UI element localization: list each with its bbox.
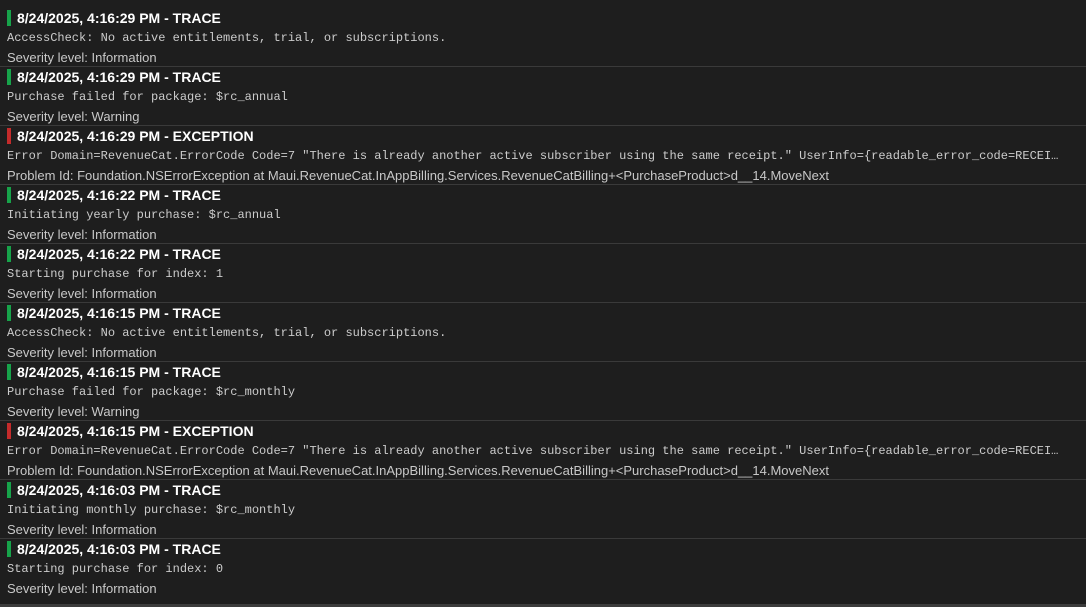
log-detail: Severity level: Information — [7, 581, 157, 596]
log-message: Starting purchase for index: 1 — [7, 267, 224, 281]
log-separator: - — [160, 423, 173, 439]
log-entry-title: 8/24/2025, 4:16:03 PM - TRACE — [17, 482, 221, 498]
log-detail: Severity level: Warning — [7, 109, 140, 124]
log-separator: - — [160, 246, 173, 262]
log-entry[interactable]: 8/24/2025, 4:16:22 PM - TRACE Starting p… — [0, 244, 1086, 303]
log-timestamp: 8/24/2025, 4:16:15 PM — [17, 305, 161, 321]
log-entry-list: 8/24/2025, 4:16:29 PM - TRACE AccessChec… — [0, 0, 1086, 607]
log-entry[interactable]: 8/24/2025, 4:16:03 PM - TRACE Initiating… — [0, 480, 1086, 539]
log-message: Error Domain=RevenueCat.ErrorCode Code=7… — [7, 149, 1060, 163]
log-entry-title: 8/24/2025, 4:16:15 PM - EXCEPTION — [17, 423, 254, 439]
log-level: TRACE — [172, 69, 221, 85]
log-entry-header: 8/24/2025, 4:16:15 PM - TRACE — [7, 303, 1086, 323]
log-level: TRACE — [172, 246, 221, 262]
log-level: EXCEPTION — [172, 128, 254, 144]
log-entry-header: 8/24/2025, 4:16:03 PM - TRACE — [7, 539, 1086, 559]
log-entry-header: 8/24/2025, 4:16:15 PM - TRACE — [7, 362, 1086, 382]
log-entry[interactable]: 8/24/2025, 4:16:15 PM - TRACE AccessChec… — [0, 303, 1086, 362]
log-message: Error Domain=RevenueCat.ErrorCode Code=7… — [7, 444, 1060, 458]
severity-color-bar — [7, 423, 11, 439]
log-detail: Problem Id: Foundation.NSErrorException … — [7, 463, 829, 478]
log-entry-title: 8/24/2025, 4:16:15 PM - TRACE — [17, 305, 221, 321]
log-separator: - — [160, 187, 173, 203]
log-timestamp: 8/24/2025, 4:16:29 PM — [17, 128, 161, 144]
log-entry-title: 8/24/2025, 4:16:15 PM - TRACE — [17, 364, 221, 380]
log-entry-title: 8/24/2025, 4:16:22 PM - TRACE — [17, 187, 221, 203]
log-message: Initiating yearly purchase: $rc_annual — [7, 208, 281, 222]
log-timestamp: 8/24/2025, 4:16:03 PM — [17, 541, 161, 557]
log-separator: - — [160, 305, 173, 321]
log-detail: Severity level: Information — [7, 50, 157, 65]
severity-color-bar — [7, 364, 11, 380]
log-timestamp: 8/24/2025, 4:16:03 PM — [17, 482, 161, 498]
log-detail: Problem Id: Foundation.NSErrorException … — [7, 168, 829, 183]
log-entry-header: 8/24/2025, 4:16:22 PM - TRACE — [7, 185, 1086, 205]
severity-color-bar — [7, 482, 11, 498]
log-entry-header: 8/24/2025, 4:16:03 PM - TRACE — [7, 480, 1086, 500]
log-entry-title: 8/24/2025, 4:16:29 PM - EXCEPTION — [17, 128, 254, 144]
log-entry[interactable]: 8/24/2025, 4:16:03 PM - TRACE Starting p… — [0, 539, 1086, 598]
log-separator: - — [160, 482, 173, 498]
log-level: TRACE — [172, 10, 221, 26]
log-separator: - — [160, 541, 173, 557]
log-message: Starting purchase for index: 0 — [7, 562, 224, 576]
log-entry-title: 8/24/2025, 4:16:29 PM - TRACE — [17, 69, 221, 85]
severity-color-bar — [7, 187, 11, 203]
log-entry[interactable]: 8/24/2025, 4:16:15 PM - EXCEPTION Error … — [0, 421, 1086, 480]
log-detail: Severity level: Information — [7, 227, 157, 242]
log-separator: - — [160, 69, 173, 85]
log-separator: - — [160, 364, 173, 380]
log-level: TRACE — [172, 187, 221, 203]
log-detail: Severity level: Warning — [7, 404, 140, 419]
log-entry-header: 8/24/2025, 4:16:22 PM - TRACE — [7, 244, 1086, 264]
log-entry-header: 8/24/2025, 4:16:29 PM - TRACE — [7, 8, 1086, 28]
log-timestamp: 8/24/2025, 4:16:15 PM — [17, 364, 161, 380]
log-message: Purchase failed for package: $rc_monthly — [7, 385, 296, 399]
log-level: TRACE — [172, 364, 221, 380]
log-entry-title: 8/24/2025, 4:16:03 PM - TRACE — [17, 541, 221, 557]
log-level: TRACE — [172, 541, 221, 557]
log-entry[interactable]: 8/24/2025, 4:16:29 PM - EXCEPTION Error … — [0, 126, 1086, 185]
severity-color-bar — [7, 10, 11, 26]
log-message: Initiating monthly purchase: $rc_monthly — [7, 503, 296, 517]
log-timestamp: 8/24/2025, 4:16:22 PM — [17, 246, 161, 262]
log-entry-header: 8/24/2025, 4:16:15 PM - EXCEPTION — [7, 421, 1086, 441]
severity-color-bar — [7, 305, 11, 321]
log-level: TRACE — [172, 482, 221, 498]
log-level: TRACE — [172, 305, 221, 321]
log-message: AccessCheck: No active entitlements, tri… — [7, 31, 447, 45]
log-detail: Severity level: Information — [7, 286, 157, 301]
severity-color-bar — [7, 69, 11, 85]
log-message: Purchase failed for package: $rc_annual — [7, 90, 288, 104]
log-timestamp: 8/24/2025, 4:16:29 PM — [17, 10, 161, 26]
log-entry-header: 8/24/2025, 4:16:29 PM - EXCEPTION — [7, 126, 1086, 146]
log-detail: Severity level: Information — [7, 522, 157, 537]
log-entry-header: 8/24/2025, 4:16:29 PM - TRACE — [7, 67, 1086, 87]
log-level: EXCEPTION — [172, 423, 254, 439]
log-entry[interactable]: 8/24/2025, 4:16:29 PM - TRACE AccessChec… — [0, 8, 1086, 67]
log-timestamp: 8/24/2025, 4:16:29 PM — [17, 69, 161, 85]
severity-color-bar — [7, 246, 11, 262]
log-entry[interactable]: 8/24/2025, 4:16:29 PM - TRACE Purchase f… — [0, 67, 1086, 126]
log-entry[interactable]: 8/24/2025, 4:16:22 PM - TRACE Initiating… — [0, 185, 1086, 244]
log-entry-title: 8/24/2025, 4:16:29 PM - TRACE — [17, 10, 221, 26]
log-separator: - — [160, 10, 173, 26]
log-detail: Severity level: Information — [7, 345, 157, 360]
log-separator: - — [160, 128, 173, 144]
log-message: AccessCheck: No active entitlements, tri… — [7, 326, 447, 340]
log-entry[interactable]: 8/24/2025, 4:16:15 PM - TRACE Purchase f… — [0, 362, 1086, 421]
log-entry-title: 8/24/2025, 4:16:22 PM - TRACE — [17, 246, 221, 262]
log-timestamp: 8/24/2025, 4:16:22 PM — [17, 187, 161, 203]
severity-color-bar — [7, 541, 11, 557]
log-timestamp: 8/24/2025, 4:16:15 PM — [17, 423, 161, 439]
severity-color-bar — [7, 128, 11, 144]
